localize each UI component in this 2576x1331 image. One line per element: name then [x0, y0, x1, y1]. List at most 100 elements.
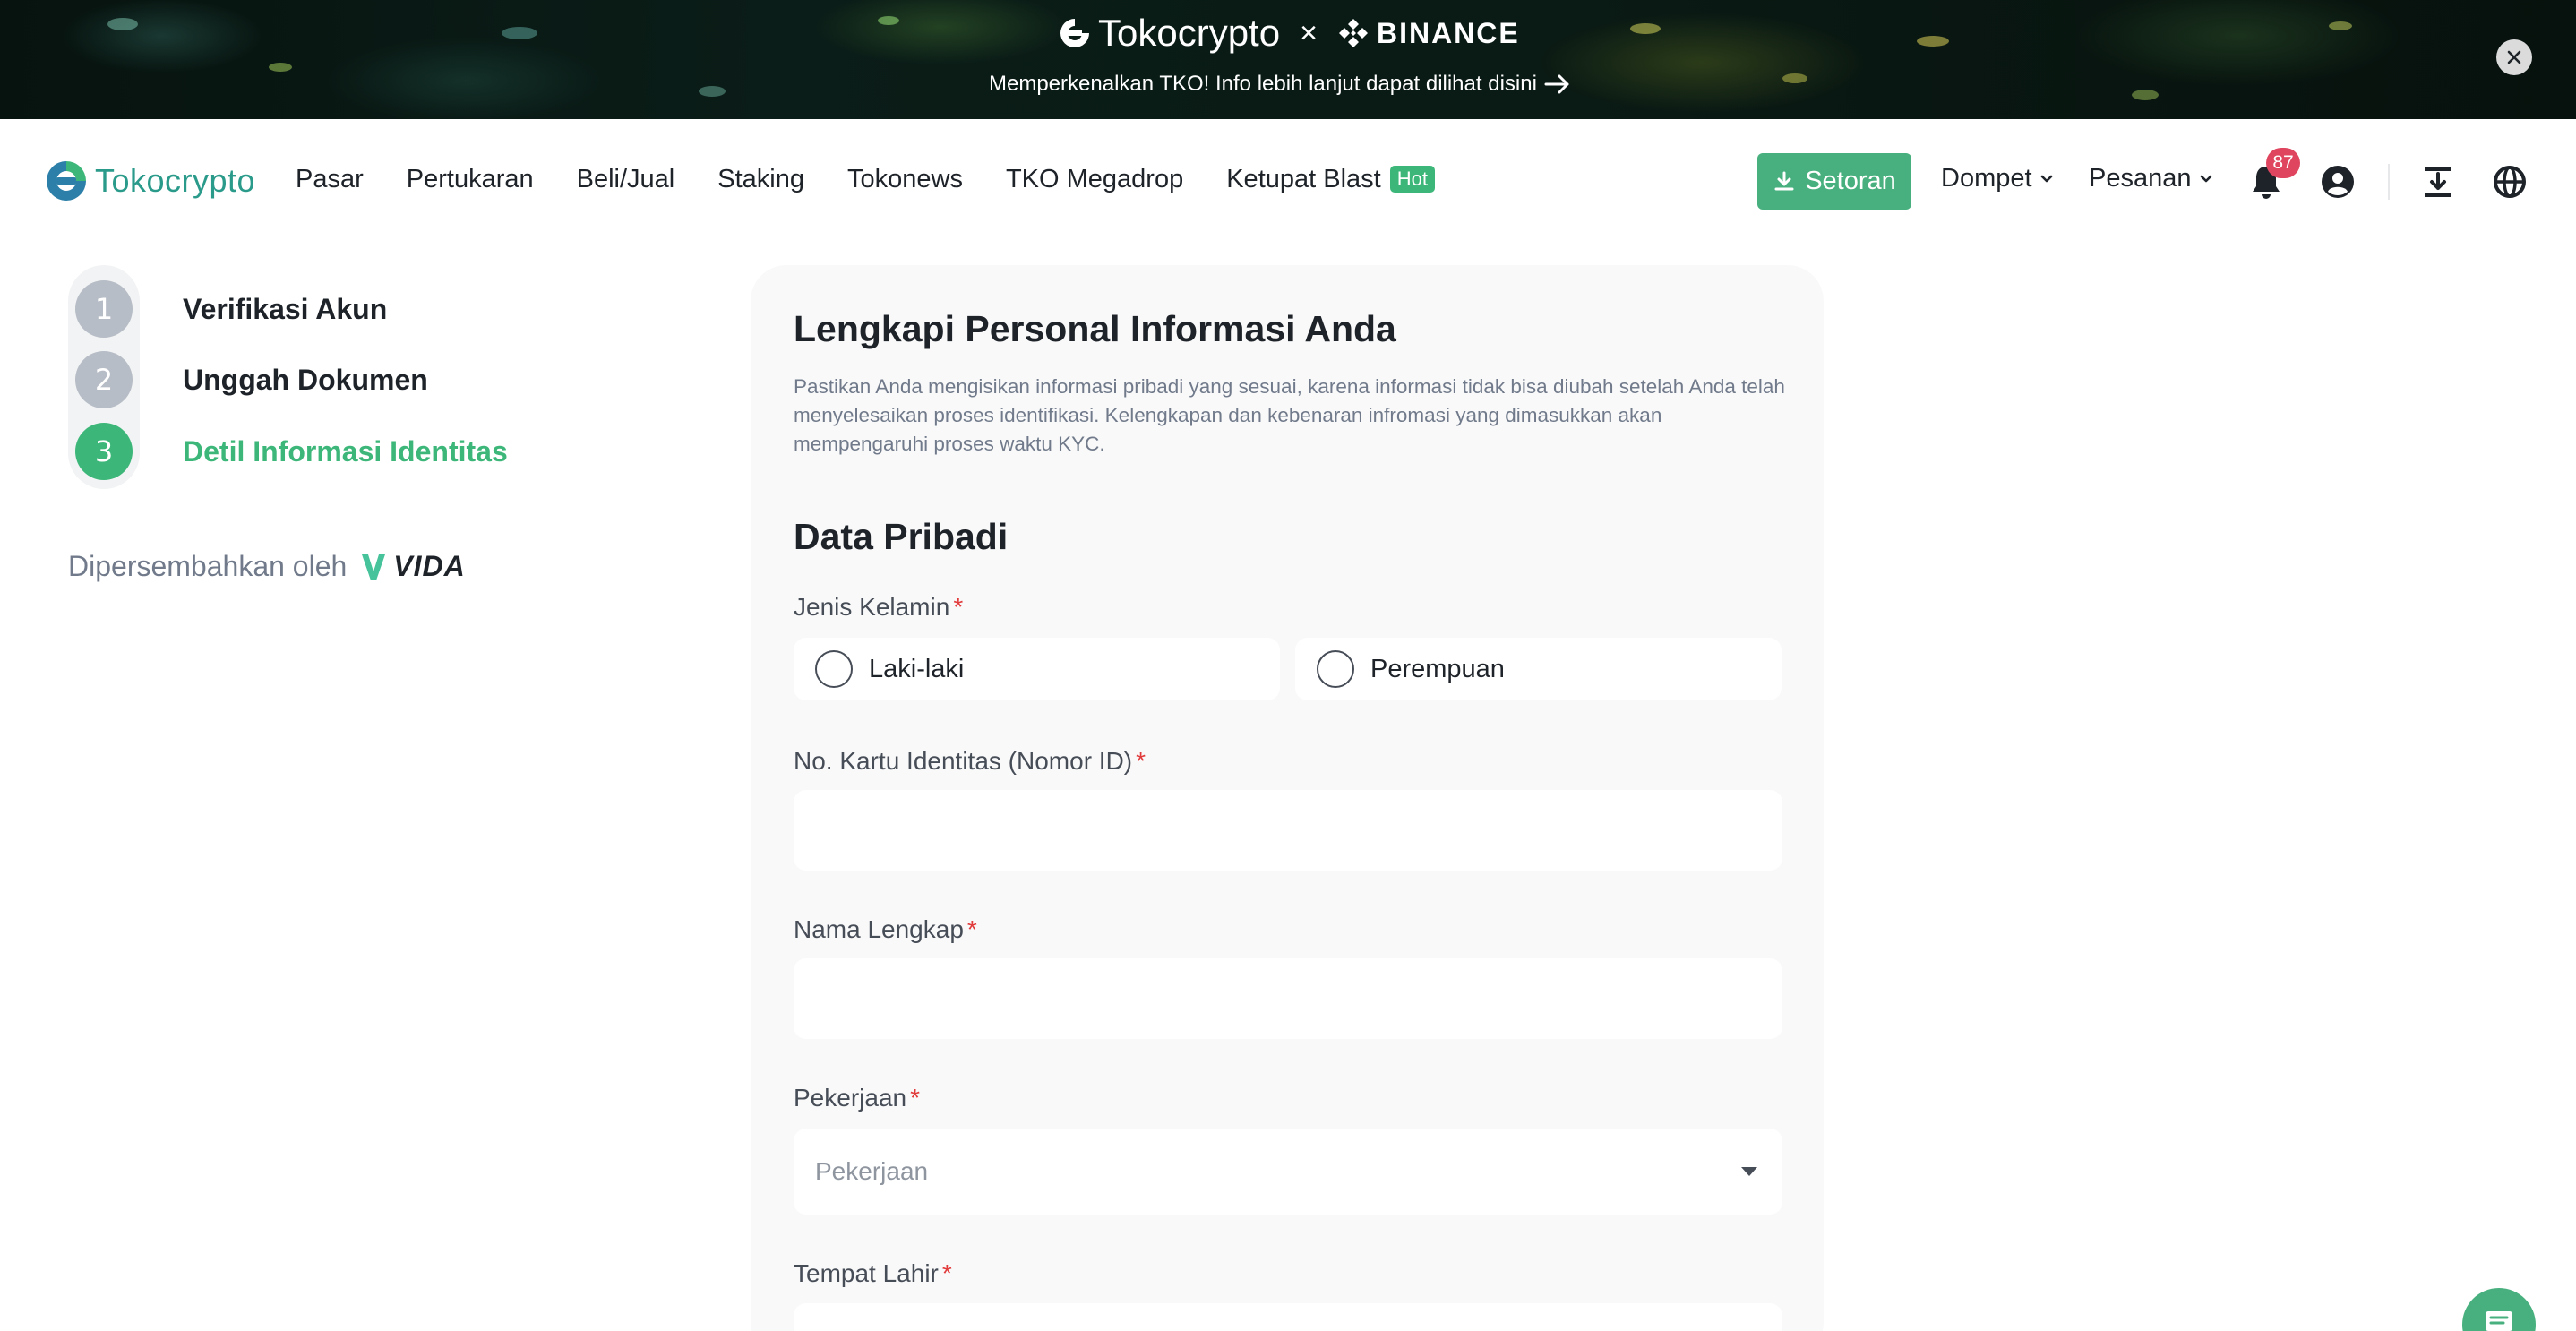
required-mark: *: [1136, 747, 1146, 775]
chevron-down-icon: [2040, 175, 2052, 182]
banner-decoration: [502, 27, 537, 39]
id-number-label-text: No. Kartu Identitas (Nomor ID): [794, 747, 1133, 775]
required-mark: *: [966, 915, 977, 943]
nav-link-pertukaran[interactable]: Pertukaran: [407, 161, 534, 197]
vida-logo-text: VIDA: [393, 550, 466, 582]
required-mark: *: [910, 1084, 920, 1112]
chat-support-button[interactable]: [2462, 1288, 2536, 1331]
user-icon: [2322, 166, 2354, 198]
radio-label: Laki-laki: [869, 654, 965, 683]
banner-decoration: [699, 86, 726, 97]
occupation-label-text: Pekerjaan: [794, 1084, 907, 1112]
birth-place-label: Tempat Lahir *: [794, 1259, 952, 1288]
gender-label: Jenis Kelamin *: [794, 593, 963, 622]
vida-logo-icon: [362, 554, 386, 580]
nav-link-beli-jual[interactable]: Beli/Jual: [577, 161, 675, 197]
banner-decoration: [1630, 23, 1661, 34]
banner-tokocrypto-logo: Tokocrypto: [1057, 12, 1280, 55]
banner-decoration: [269, 63, 292, 72]
occupation-select[interactable]: Pekerjaan: [794, 1129, 1782, 1215]
vida-logo: VIDA: [359, 550, 465, 583]
banner-decoration: [107, 18, 138, 30]
chat-icon: [2486, 1311, 2512, 1331]
wallet-dropdown-label: Dompet: [1941, 164, 2032, 193]
form-description: Pastikan Anda mengisikan informasi priba…: [794, 375, 1785, 455]
binance-logo-icon: [1338, 19, 1368, 47]
id-number-label: No. Kartu Identitas (Nomor ID) *: [794, 747, 1146, 776]
required-mark: *: [941, 1259, 952, 1287]
birth-place-input[interactable]: [794, 1303, 1782, 1331]
step-detil-informasi-identitas: 3 Detil Informasi Identitas: [75, 423, 508, 480]
banner-binance-logo: BINANCE: [1337, 17, 1520, 50]
logo-text: Tokocrypto: [95, 162, 256, 199]
promo-banner: Tokocrypto × BINANCE Memperkenalkan TKO!…: [0, 0, 2576, 119]
wallet-dropdown[interactable]: Dompet: [1941, 164, 2054, 193]
tokocrypto-logo-icon: [1060, 19, 1089, 47]
step-number: 1: [75, 280, 133, 338]
top-navigation: Tokocrypto Pasar Pertukaran Beli/Jual St…: [0, 119, 2576, 245]
nav-link-ketupat-blast[interactable]: Ketupat Blast Hot: [1226, 161, 1435, 197]
section-title: Data Pribadi: [794, 516, 1009, 557]
step-label: Verifikasi Akun: [183, 292, 388, 325]
account-button[interactable]: [2318, 162, 2357, 202]
step-label: Unggah Dokumen: [183, 363, 428, 396]
notification-count-badge: 87: [2266, 148, 2300, 178]
nav-link-staking[interactable]: Staking: [717, 161, 804, 197]
radio-label: Perempuan: [1370, 654, 1505, 683]
hot-badge: Hot: [1389, 166, 1435, 193]
deposit-button-label: Setoran: [1805, 167, 1896, 195]
birth-place-label-text: Tempat Lahir: [794, 1259, 939, 1287]
radio-button[interactable]: [1317, 650, 1354, 688]
globe-icon: [2494, 166, 2526, 198]
nav-divider: [2388, 164, 2390, 200]
nav-link-tokonews[interactable]: Tokonews: [847, 161, 963, 197]
required-mark: *: [953, 593, 964, 621]
language-button[interactable]: [2490, 162, 2529, 202]
nav-link-label: Ketupat Blast: [1226, 164, 1381, 193]
orders-dropdown[interactable]: Pesanan: [2089, 164, 2213, 193]
nav-link-pasar[interactable]: Pasar: [296, 161, 364, 197]
step-unggah-dokumen: 2 Unggah Dokumen: [75, 351, 428, 408]
radio-button[interactable]: [815, 650, 853, 688]
banner-decoration: [1782, 73, 1807, 83]
id-number-input[interactable]: [794, 790, 1782, 871]
gender-option-male[interactable]: Laki-laki: [794, 638, 1280, 700]
step-verifikasi-akun: 1 Verifikasi Akun: [75, 280, 387, 338]
step-number: 2: [75, 351, 133, 408]
occupation-select-placeholder: Pekerjaan: [815, 1157, 929, 1185]
banner-brand: Tokocrypto × BINANCE: [1057, 9, 1520, 57]
occupation-label: Pekerjaan *: [794, 1084, 920, 1112]
banner-announcement: Memperkenalkan TKO! Info lebih lanjut da…: [989, 72, 1537, 96]
banner-brand-left: Tokocrypto: [1098, 12, 1281, 54]
gender-label-text: Jenis Kelamin: [794, 593, 950, 621]
nav-links: Pasar Pertukaran Beli/Jual Staking Tokon…: [296, 161, 1478, 197]
download-app-icon: [2425, 167, 2451, 197]
tokocrypto-logo[interactable]: Tokocrypto: [43, 159, 255, 203]
banner-decoration: [878, 16, 899, 25]
orders-dropdown-label: Pesanan: [2089, 164, 2192, 193]
banner-decoration: [1917, 36, 1949, 47]
deposit-button[interactable]: Setoran: [1757, 153, 1911, 210]
banner-decoration: [2329, 21, 2352, 30]
full-name-input[interactable]: [794, 958, 1782, 1039]
app-download-button[interactable]: [2418, 162, 2458, 202]
close-icon: [2507, 50, 2521, 64]
caret-down-icon: [1741, 1167, 1757, 1176]
step-label: Detil Informasi Identitas: [183, 434, 508, 468]
powered-by-text: Dipersembahkan oleh: [68, 550, 348, 582]
full-name-label-text: Nama Lengkap: [794, 915, 964, 943]
download-icon: [1774, 171, 1794, 190]
banner-close-button[interactable]: [2496, 39, 2532, 75]
step-number: 3: [75, 423, 133, 480]
tokocrypto-logo-icon: [47, 161, 86, 201]
gender-option-female[interactable]: Perempuan: [1295, 638, 1782, 700]
full-name-label: Nama Lengkap *: [794, 915, 977, 944]
banner-announcement-link[interactable]: Memperkenalkan TKO! Info lebih lanjut da…: [989, 72, 1571, 97]
arrow-right-icon: [1544, 74, 1569, 94]
powered-by: Dipersembahkan oleh VIDA: [68, 550, 466, 583]
chevron-down-icon: [2200, 175, 2211, 182]
nav-link-tko-megadrop[interactable]: TKO Megadrop: [1006, 161, 1183, 197]
banner-brand-separator: ×: [1300, 15, 1318, 50]
form-title: Lengkapi Personal Informasi Anda: [794, 308, 1396, 349]
banner-decoration: [2132, 90, 2159, 100]
